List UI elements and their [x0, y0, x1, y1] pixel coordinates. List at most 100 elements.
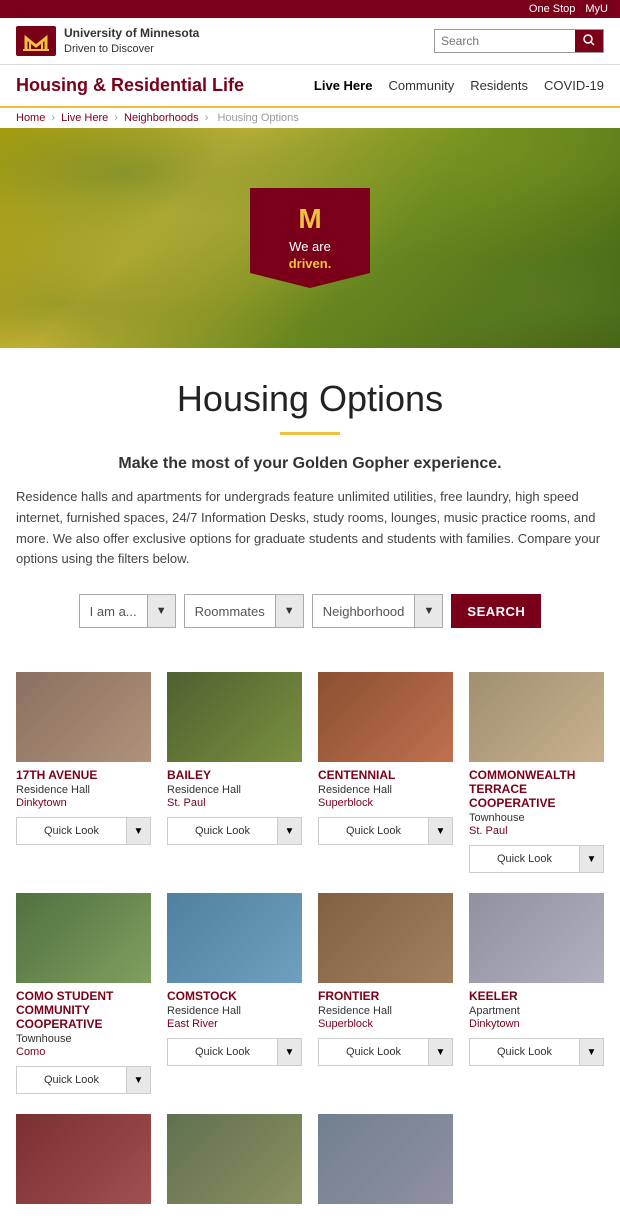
filter-bar: I am a... ▼ Roommates ▼ Neighborhood ▼ S…	[16, 594, 604, 628]
housing-card-centennial-quicklook[interactable]: Quick Look ▼	[318, 817, 453, 845]
housing-card-bailey-quicklook[interactable]: Quick Look ▼	[167, 817, 302, 845]
housing-card-bailey-name[interactable]: BAILEY	[167, 768, 302, 782]
header-logo: University of Minnesota Driven to Discov…	[16, 26, 199, 56]
quick-look-arrow: ▼	[126, 818, 150, 844]
nav-links: Live Here Community Residents COVID-19	[314, 78, 604, 93]
housing-card-row3c	[318, 1114, 453, 1210]
breadcrumb-sep2: ›	[114, 112, 121, 124]
quick-look-arrow: ▼	[126, 1067, 150, 1093]
housing-card-centennial-neighborhood: Superblock	[318, 797, 453, 809]
housing-card-comstock-img	[167, 893, 302, 983]
housing-card-keeler-neighborhood: Dinkytown	[469, 1018, 604, 1030]
housing-card-frontier-name[interactable]: FRONTIER	[318, 989, 453, 1003]
housing-card-frontier: FRONTIER Residence Hall Superblock Quick…	[318, 893, 453, 1094]
site-search[interactable]	[434, 29, 604, 53]
housing-card-centennial-img	[318, 672, 453, 762]
housing-card-centennial-type: Residence Hall	[318, 784, 453, 796]
quick-look-arrow: ▼	[579, 846, 603, 872]
nav-residents[interactable]: Residents	[470, 78, 528, 93]
quick-look-label: Quick Look	[319, 1046, 428, 1058]
housing-grid-section: 17TH AVENUE Residence Hall Dinkytown Qui…	[0, 672, 620, 1210]
housing-card-frontier-neighborhood: Superblock	[318, 1018, 453, 1030]
umn-logo-text: University of Minnesota Driven to Discov…	[64, 26, 199, 56]
housing-card-frontier-type: Residence Hall	[318, 1005, 453, 1017]
housing-card-keeler-quicklook[interactable]: Quick Look ▼	[469, 1038, 604, 1066]
breadcrumb: Home › Live Here › Neighborhoods › Housi…	[0, 108, 620, 128]
breadcrumb-neighborhoods[interactable]: Neighborhoods	[124, 112, 199, 124]
umn-logo-icon	[16, 26, 56, 56]
breadcrumb-sep1: ›	[51, 112, 58, 124]
housing-card-bailey-img	[167, 672, 302, 762]
housing-card-commonwealth-neighborhood: St. Paul	[469, 825, 604, 837]
quick-look-label: Quick Look	[319, 825, 428, 837]
neighborhood-filter-label: Neighborhood	[313, 604, 415, 619]
housing-card-17th-name[interactable]: 17TH AVENUE	[16, 768, 151, 782]
flag-line2: driven.	[289, 256, 332, 271]
site-header: University of Minnesota Driven to Discov…	[0, 18, 620, 65]
housing-card-17th-quicklook[interactable]: Quick Look ▼	[16, 817, 151, 845]
quick-look-label: Quick Look	[470, 1046, 579, 1058]
roommates-filter-arrow: ▼	[275, 595, 303, 627]
housing-card-17th-neighborhood: Dinkytown	[16, 797, 151, 809]
filter-search-button[interactable]: SEARCH	[451, 594, 541, 628]
housing-card-centennial-name[interactable]: CENTENNIAL	[318, 768, 453, 782]
housing-grid-row3	[16, 1114, 604, 1210]
flag-line1: We are	[289, 239, 331, 254]
housing-card-commonwealth-quicklook[interactable]: Quick Look ▼	[469, 845, 604, 873]
roommates-filter[interactable]: Roommates ▼	[184, 594, 304, 628]
quick-look-arrow: ▼	[277, 1039, 301, 1065]
breadcrumb-home[interactable]: Home	[16, 112, 45, 124]
housing-card-como: COMO STUDENT COMMUNITY COOPERATIVE Townh…	[16, 893, 151, 1094]
quick-look-label: Quick Look	[470, 853, 579, 865]
housing-card-row3d	[469, 1114, 604, 1210]
top-bar: One Stop MyU	[0, 0, 620, 18]
neighborhood-filter-arrow: ▼	[414, 595, 442, 627]
housing-card-row3b-img	[167, 1114, 302, 1204]
quick-look-arrow: ▼	[579, 1039, 603, 1065]
nav-covid[interactable]: COVID-19	[544, 78, 604, 93]
housing-grid-row2: COMO STUDENT COMMUNITY COOPERATIVE Townh…	[16, 893, 604, 1094]
housing-card-comstock-name[interactable]: COMSTOCK	[167, 989, 302, 1003]
housing-card-commonwealth-type: Townhouse	[469, 812, 604, 824]
breadcrumb-current: Housing Options	[217, 112, 298, 124]
quick-look-label: Quick Look	[168, 825, 277, 837]
role-filter-arrow: ▼	[147, 595, 175, 627]
housing-card-como-quicklook[interactable]: Quick Look ▼	[16, 1066, 151, 1094]
nav-community[interactable]: Community	[388, 78, 454, 93]
housing-card-keeler-name[interactable]: KEELER	[469, 989, 604, 1003]
quick-look-arrow: ▼	[428, 1039, 452, 1065]
housing-card-frontier-quicklook[interactable]: Quick Look ▼	[318, 1038, 453, 1066]
housing-card-comstock-neighborhood: East River	[167, 1018, 302, 1030]
title-underline	[280, 432, 340, 435]
quick-look-label: Quick Look	[17, 825, 126, 837]
page-description: Residence halls and apartments for under…	[16, 487, 604, 570]
main-nav: Housing & Residential Life Live Here Com…	[0, 65, 620, 108]
housing-card-commonwealth-name[interactable]: COMMONWEALTH TERRACE COOPERATIVE	[469, 768, 604, 810]
search-input[interactable]	[435, 30, 575, 52]
housing-card-row3c-img	[318, 1114, 453, 1204]
search-button[interactable]	[575, 30, 603, 52]
housing-card-bailey-type: Residence Hall	[167, 784, 302, 796]
nav-live-here[interactable]: Live Here	[314, 78, 373, 93]
housing-card-comstock-quicklook[interactable]: Quick Look ▼	[167, 1038, 302, 1066]
quick-look-label: Quick Look	[17, 1074, 126, 1086]
housing-card-comstock-type: Residence Hall	[167, 1005, 302, 1017]
housing-card-como-img	[16, 893, 151, 983]
housing-card-row3a	[16, 1114, 151, 1210]
housing-card-frontier-img	[318, 893, 453, 983]
breadcrumb-live-here[interactable]: Live Here	[61, 112, 108, 124]
myu-link[interactable]: MyU	[585, 3, 608, 15]
housing-card-17th-img	[16, 672, 151, 762]
housing-card-17th: 17TH AVENUE Residence Hall Dinkytown Qui…	[16, 672, 151, 873]
quick-look-arrow: ▼	[428, 818, 452, 844]
housing-card-comstock: COMSTOCK Residence Hall East River Quick…	[167, 893, 302, 1094]
role-filter[interactable]: I am a... ▼	[79, 594, 176, 628]
flag-tagline: We are driven.	[289, 239, 332, 273]
housing-card-row3a-img	[16, 1114, 151, 1204]
housing-card-como-name[interactable]: COMO STUDENT COMMUNITY COOPERATIVE	[16, 989, 151, 1031]
neighborhood-filter[interactable]: Neighborhood ▼	[312, 594, 444, 628]
housing-card-keeler: KEELER Apartment Dinkytown Quick Look ▼	[469, 893, 604, 1094]
one-stop-link[interactable]: One Stop	[529, 3, 575, 15]
page-title: Housing Options	[16, 378, 604, 420]
hero-banner: M We are driven.	[0, 128, 620, 348]
